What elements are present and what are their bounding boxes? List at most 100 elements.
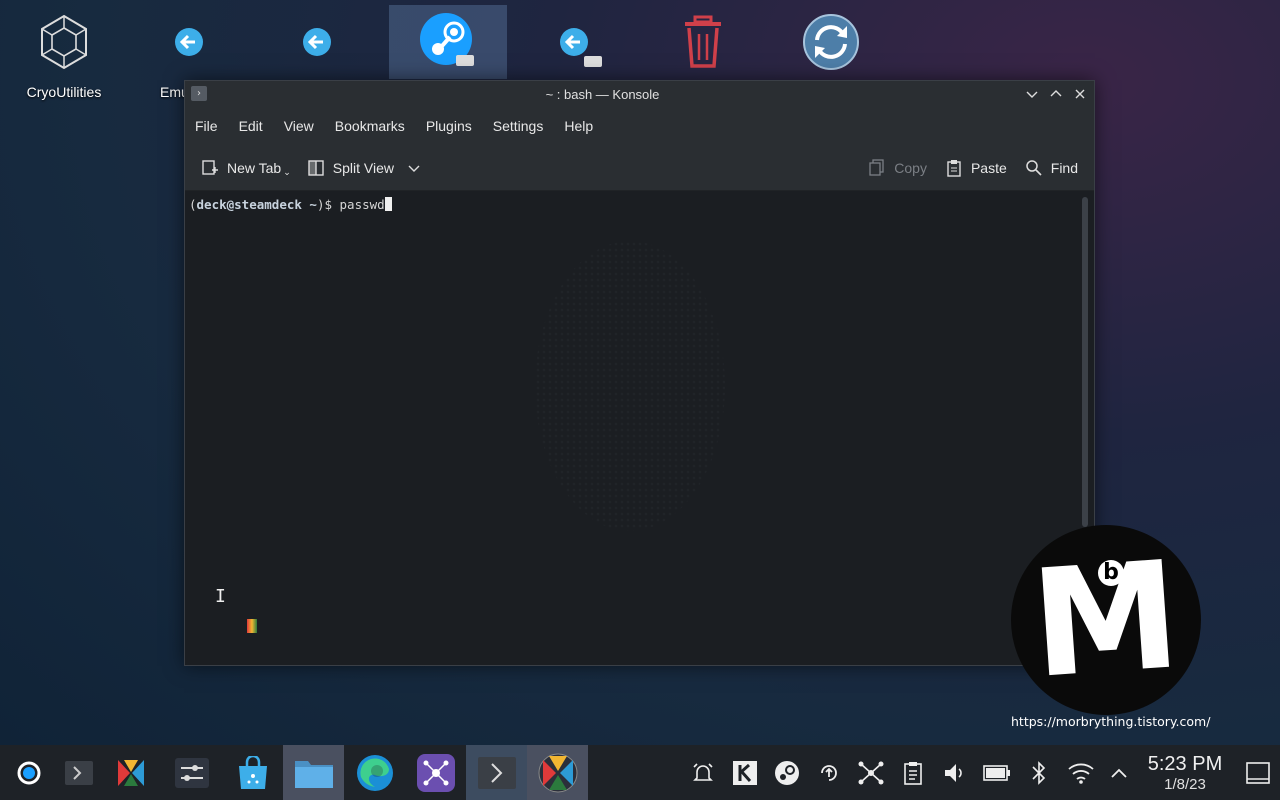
konsole-task[interactable] [58,745,100,800]
back-arrow-disc-icon [550,12,610,72]
clock[interactable]: 5:23 PM 1/8/23 [1140,753,1230,793]
window-titlebar[interactable]: › ~ : bash — Konsole [185,81,1094,107]
chevron-down-icon [1026,91,1038,98]
system-tray: 5:23 PM 1/8/23 [682,745,1280,800]
heroic-mini-icon [247,619,257,633]
tray-expand-button[interactable] [1102,745,1136,800]
konsole-window[interactable]: › ~ : bash — Konsole File Edit View Book… [184,80,1095,666]
desktop-icon-steam[interactable] [389,5,507,79]
close-button[interactable] [1068,82,1092,106]
menu-settings[interactable]: Settings [493,118,544,134]
split-view-button[interactable]: Split View [307,159,428,177]
brand-url: https://morbrything.tistory.com/ [1011,714,1211,729]
desktop-icon-emu-2[interactable] [268,10,378,72]
menu-edit[interactable]: Edit [239,118,263,134]
paste-icon [947,160,961,177]
wifi-icon[interactable] [1060,745,1102,800]
back-arrow-disc-icon [165,12,225,72]
paste-button[interactable]: Paste [945,159,1007,177]
prompt-open: ( [189,197,197,212]
terminal-task[interactable] [466,745,527,800]
brand-small-letter: b [1098,560,1124,586]
desktop-icon-cryoutilities[interactable]: CryoUtilities [9,10,119,100]
clock-date: 1/8/23 [1164,775,1206,793]
menu-bookmarks[interactable]: Bookmarks [335,118,405,134]
minimize-button[interactable] [1020,82,1044,106]
edge-icon [356,754,393,791]
settings-task[interactable] [161,745,222,800]
konsole-icon [65,760,93,785]
prompt-close: )$ [316,197,340,212]
copy-icon [869,159,884,176]
network-graph-icon[interactable] [850,745,892,800]
network-app-icon [416,753,455,792]
terminal-icon [477,756,516,789]
back-arrow-disc-icon [293,12,353,72]
prompt-path: ~ [301,197,317,212]
taskbar: 5:23 PM 1/8/23 [0,745,1280,800]
trash-icon [673,12,733,72]
settings-icon [174,757,209,788]
konsole-app-icon[interactable]: › [191,86,207,101]
menu-view[interactable]: View [284,118,314,134]
k-icon[interactable] [724,745,766,800]
refresh-icon [801,12,861,72]
show-desktop-button[interactable] [1236,745,1280,800]
new-tab-icon [202,159,218,175]
update-icon[interactable] [808,745,850,800]
network-app-task[interactable] [405,745,466,800]
app-launcher-button[interactable] [0,745,58,800]
split-view-icon [308,159,324,176]
terminal-prompt-line: (deck@steamdeck ~)$ passwd [189,197,392,212]
terminal-area[interactable]: (deck@steamdeck ~)$ passwd I [185,191,1094,665]
text-cursor [384,197,392,211]
terminal-command: passwd [339,197,385,212]
desktop-icon-trash[interactable] [648,10,758,72]
show-desktop-icon [1246,761,1270,784]
menu-help[interactable]: Help [564,118,593,134]
split-view-label: Split View [332,159,394,176]
desktop-icon-emu-3[interactable] [525,10,635,72]
new-tab-label: New Tab [227,159,282,176]
heroic-task[interactable] [100,745,161,800]
menu-plugins[interactable]: Plugins [426,118,472,134]
menubar: File Edit View Bookmarks Plugins Setting… [185,107,1094,145]
steam-icon[interactable] [766,745,808,800]
maximize-button[interactable] [1044,82,1068,106]
hexagon-network-icon [34,12,94,72]
steam-icon [418,11,478,71]
bluetooth-icon[interactable] [1018,745,1060,800]
volume-icon[interactable] [934,745,976,800]
heroic-icon [538,753,577,792]
copy-button[interactable]: Copy [868,159,927,177]
steam-deck-icon [17,761,41,784]
konsole-watermark [535,241,725,531]
search-icon [1026,160,1042,176]
alarm-icon[interactable] [682,745,724,800]
paste-label: Paste [970,160,1007,176]
clipboard-icon[interactable] [892,745,934,800]
chevron-up-icon [1050,90,1062,97]
prompt-user-host: deck@steamdeck [196,197,302,212]
copy-label: Copy [894,160,927,176]
find-button[interactable]: Find [1025,159,1078,177]
discover-task[interactable] [222,745,283,800]
menu-file[interactable]: File [195,118,218,134]
desktop-icon-label: CryoUtilities [26,84,102,100]
edge-task[interactable] [344,745,405,800]
terminal-scrollbar[interactable] [1082,197,1088,527]
file-manager-task[interactable] [283,745,344,800]
new-tab-button[interactable]: New Tab ⌄ [201,157,291,178]
brand-logo: M b [1011,525,1201,715]
ibeam-cursor-icon: I [215,586,226,607]
discover-store-icon [238,755,267,789]
battery-icon[interactable] [976,745,1018,800]
file-manager-icon [294,760,333,788]
heroic-task-2[interactable] [527,745,588,800]
clock-time: 5:23 PM [1147,752,1223,775]
toolbar: New Tab ⌄ Split View Copy Paste Find [185,145,1094,191]
chevron-down-icon: ⌄ [283,167,291,177]
heroic-icon [117,759,144,786]
chevron-up-icon [1111,768,1127,778]
desktop-icon-refresh[interactable] [776,10,886,72]
